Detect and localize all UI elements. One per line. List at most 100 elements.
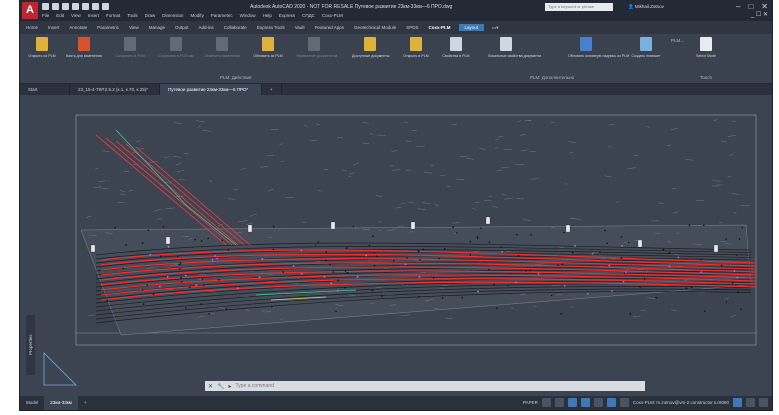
menu-help[interactable]: Help — [263, 13, 272, 18]
terrain-hatch — [497, 135, 504, 138]
plm-connection-icon[interactable] — [733, 398, 742, 407]
save-icon[interactable] — [62, 3, 69, 10]
doc-tab-drawing-2[interactable]: Путевое развитие 23км-33км—6 ПРО* — [160, 84, 262, 95]
search-input[interactable]: Type a keyword or phrase — [545, 3, 613, 11]
available-documents-button[interactable]: Доступные документы — [350, 37, 390, 58]
command-prompt-icon[interactable]: ▸ — [229, 383, 232, 390]
new-tab-button[interactable]: + — [262, 84, 282, 95]
menu-file[interactable]: File — [42, 13, 49, 18]
osnap-toggle-icon[interactable] — [593, 398, 603, 407]
close-button[interactable]: ✕ — [761, 2, 768, 11]
update-title-block-button[interactable]: Обновить основную надпись из PLM — [566, 37, 629, 58]
tab-layout[interactable]: Layout — [458, 24, 485, 31]
save-to-plm-as-button[interactable]: Сохранить в PLM как — [156, 37, 196, 58]
local-properties-button[interactable]: Локальные свойства документа — [486, 37, 541, 58]
plm-properties-button[interactable]: Свойства в PLM — [436, 37, 476, 58]
manage-document-button[interactable]: Управление документом — [294, 37, 337, 58]
terrain-hatch — [249, 215, 254, 217]
user-signin[interactable]: 👤 Mikhail.Zotnov — [628, 4, 664, 10]
paper-space-toggle[interactable]: PAPER — [523, 400, 538, 405]
new-file-icon[interactable] — [42, 3, 49, 10]
menu-express[interactable]: Express — [279, 13, 295, 18]
tab-featured-apps[interactable]: Featured Apps — [313, 24, 346, 31]
menu-parametric[interactable]: Parametric — [211, 13, 233, 18]
menu-tools[interactable]: Tools — [127, 13, 138, 18]
ortho-toggle-icon[interactable] — [567, 398, 577, 407]
update-from-plm-button[interactable]: Обновить из PLM — [248, 37, 288, 58]
drawing-canvas[interactable]: Properties — [26, 95, 766, 395]
tab-spds[interactable]: SPDS — [404, 24, 420, 31]
grid-toggle-icon[interactable] — [541, 398, 551, 407]
document-window-controls[interactable]: _ ☐ ✕ — [751, 11, 768, 18]
tab-home[interactable]: Home — [24, 24, 40, 31]
doc-tab-drawing-1[interactable]: 23_15-4-ТКР.2.5.2 (к.1, к.70, к.25)* — [70, 84, 160, 95]
terrain-hatch — [550, 122, 555, 124]
layout-tab-add[interactable]: + — [78, 396, 93, 410]
black-mark — [207, 237, 209, 240]
tab-vault[interactable]: Vault — [293, 24, 307, 31]
menu-coxx-plm[interactable]: Coxx-PLM — [322, 13, 343, 18]
save-as-icon[interactable] — [72, 3, 79, 10]
select-mode-button[interactable]: Select Mode — [686, 37, 726, 58]
command-line[interactable]: ✕ 🔧 ▸ Type a command — [205, 381, 645, 391]
black-mark — [500, 246, 502, 248]
drawing-svg[interactable] — [26, 95, 766, 395]
layout-tab-sheet[interactable]: 23км-33км — [44, 396, 78, 410]
command-input[interactable]: Type a command — [236, 383, 274, 389]
black-mark — [418, 295, 420, 298]
menu-view[interactable]: View — [71, 13, 81, 18]
plm-badge[interactable]: PLM... — [671, 38, 684, 43]
doc-tab-start[interactable]: Start — [20, 84, 70, 95]
print-icon[interactable] — [82, 3, 89, 10]
terrain-hatch — [568, 141, 576, 143]
workspace-gear-icon[interactable] — [619, 398, 629, 407]
annotation-scale-icon[interactable] — [606, 398, 616, 407]
open-from-plm-button[interactable]: Открыть из PLM — [22, 37, 62, 58]
snap-toggle-icon[interactable] — [554, 398, 564, 407]
tab-collaborate[interactable]: Collaborate — [222, 24, 249, 31]
menu-format[interactable]: Format — [106, 13, 120, 18]
black-mark — [735, 254, 738, 256]
red-branch-line — [105, 137, 233, 246]
close-command-icon[interactable]: ✕ — [208, 383, 213, 390]
menu-dimension[interactable]: Dimension — [162, 13, 183, 18]
checkout-button[interactable]: Взять для изменения — [64, 37, 104, 58]
menu-modify[interactable]: Modify — [191, 13, 204, 18]
tab-output[interactable]: Output — [173, 24, 191, 31]
undo-icon[interactable] — [92, 3, 99, 10]
menu-spds[interactable]: СПДС — [302, 13, 315, 18]
wrench-icon[interactable]: 🔧 — [217, 383, 224, 390]
menu-edit[interactable]: Edit — [56, 13, 64, 18]
redo-icon[interactable] — [102, 3, 109, 10]
minimize-button[interactable]: – — [736, 2, 740, 11]
tab-annotate[interactable]: Annotate — [67, 24, 89, 31]
app-logo-icon[interactable]: A — [22, 2, 38, 19]
tab-insert[interactable]: Insert — [46, 24, 61, 31]
purple-marker — [477, 290, 480, 293]
tab-add-ins[interactable]: Add-ins — [197, 24, 216, 31]
open-in-plm-button[interactable]: Открыть в PLM — [396, 37, 436, 58]
cancel-changes-button[interactable]: Отменить изменения — [202, 37, 242, 58]
open-file-icon[interactable] — [52, 3, 59, 10]
save-to-plm-button[interactable]: Сохранить в PLM — [110, 37, 150, 58]
terrain-hatch — [310, 139, 318, 142]
menu-insert[interactable]: Insert — [88, 13, 99, 18]
terrain-hatch — [522, 219, 532, 221]
terrain-hatch — [233, 189, 238, 191]
layout-tab-model[interactable]: Model — [20, 396, 44, 410]
tab-geotechnical[interactable]: Geotechnical Module — [352, 24, 398, 31]
polar-toggle-icon[interactable] — [580, 398, 590, 407]
properties-palette-tab[interactable]: Properties — [26, 315, 35, 375]
ribbon-options-icon[interactable]: ▭▾ — [490, 24, 501, 32]
menu-window[interactable]: Window — [240, 13, 256, 18]
create-tablet-button[interactable]: Создать планшет — [626, 37, 666, 58]
maximize-button[interactable]: □ — [748, 2, 753, 11]
menu-draw[interactable]: Draw — [145, 13, 156, 18]
customize-menu-icon[interactable] — [759, 398, 768, 407]
tab-view[interactable]: View — [127, 24, 141, 31]
tab-express-tools[interactable]: Express Tools — [255, 24, 287, 31]
fullscreen-icon[interactable] — [746, 398, 755, 407]
tab-coxx-plm[interactable]: Coxx-PLM — [427, 24, 453, 31]
tab-parametric[interactable]: Parametric — [95, 24, 121, 31]
tab-manage[interactable]: Manage — [147, 24, 167, 31]
